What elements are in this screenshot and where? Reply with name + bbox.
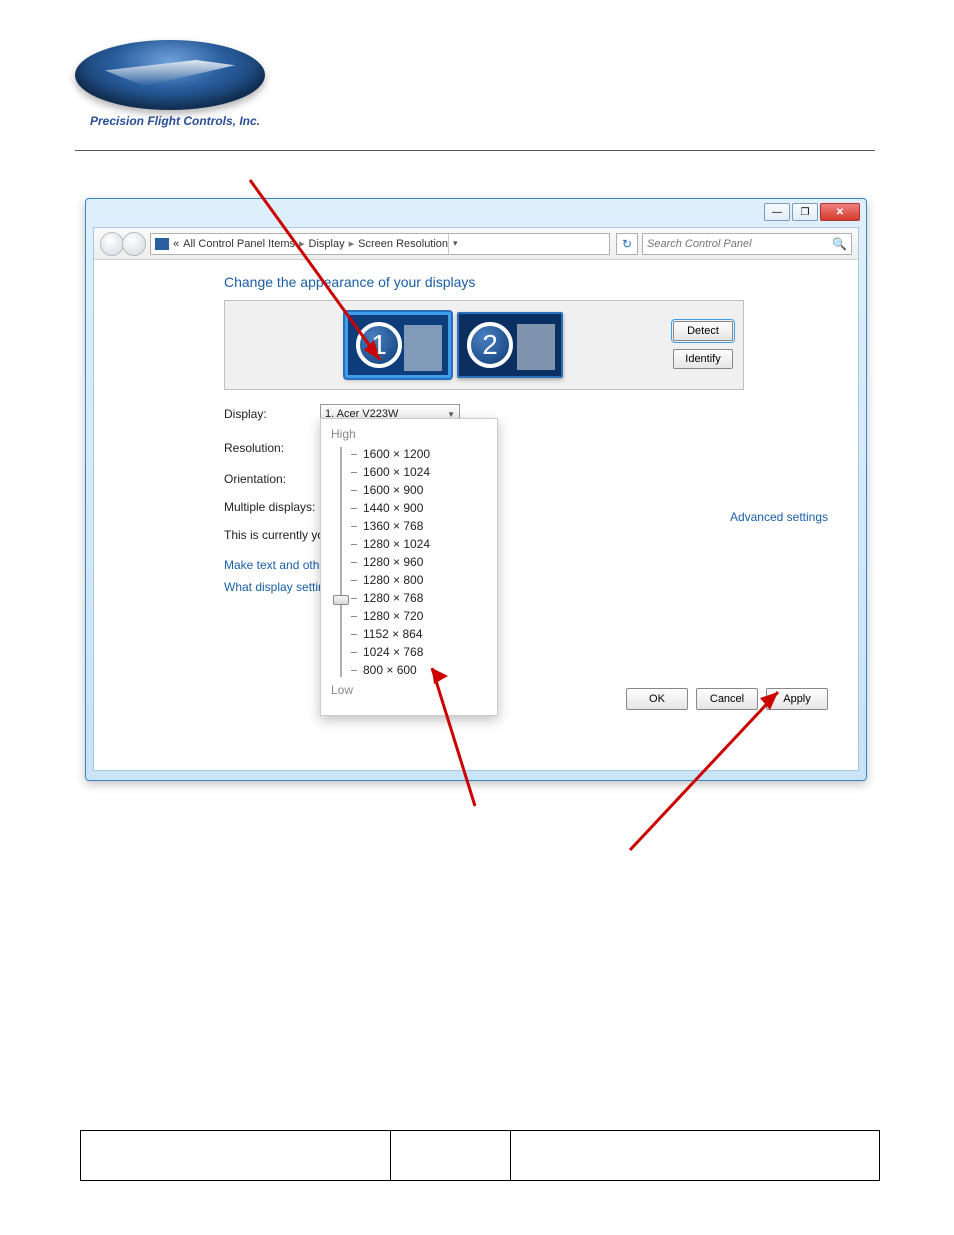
explorer-navbar: « All Control Panel Items ▸ Display ▸ Sc… [94, 228, 858, 260]
screen-resolution-window: — ❐ ✕ « All Control Panel Items ▸ Displa… [85, 198, 867, 781]
display-row: Display: 1. Acer V223W ▼ [224, 404, 828, 424]
multiple-displays-label: Multiple displays: [224, 500, 315, 514]
main-display-text: This is currently you [224, 528, 331, 542]
display-label: Display: [224, 407, 320, 421]
resolution-options-list: 1600 × 12001600 × 10241600 × 9001440 × 9… [351, 445, 430, 679]
nav-history-buttons [100, 232, 144, 256]
breadcrumb-dropdown[interactable]: ▾ [448, 234, 462, 254]
cancel-button[interactable]: Cancel [696, 688, 758, 710]
monitor-1-number: 1 [356, 322, 402, 368]
breadcrumb-seg-1[interactable]: All Control Panel Items [183, 238, 295, 250]
resolution-slider-popup: High 1600 × 12001600 × 10241600 × 900144… [320, 418, 498, 716]
advanced-settings-link[interactable]: Advanced settings [730, 510, 828, 524]
close-button[interactable]: ✕ [820, 203, 860, 221]
resolution-slider-wrap: 1600 × 12001600 × 10241600 × 9001440 × 9… [331, 445, 487, 679]
resolution-option[interactable]: 1600 × 1200 [351, 445, 430, 463]
maximize-button[interactable]: ❐ [792, 203, 818, 221]
monitor-2-desktop-icon [517, 324, 555, 370]
slider-track [340, 447, 342, 677]
breadcrumb-seg-2[interactable]: Display [309, 238, 345, 250]
dialog-buttons: OK Cancel Apply [626, 688, 828, 710]
search-input[interactable] [647, 238, 832, 250]
resolution-option[interactable]: 1280 × 960 [351, 553, 430, 571]
page-heading: Change the appearance of your displays [224, 274, 828, 290]
apply-button[interactable]: Apply [766, 688, 828, 710]
content-area: Change the appearance of your displays 1… [94, 260, 858, 770]
resolution-row: Resolution: 1280 × 768 ▼ [224, 438, 828, 458]
resolution-option[interactable]: 1280 × 768 [351, 589, 430, 607]
company-name: Precision Flight Controls, Inc. [75, 114, 275, 128]
breadcrumb-bar[interactable]: « All Control Panel Items ▸ Display ▸ Sc… [150, 233, 610, 255]
resolution-option[interactable]: 1280 × 800 [351, 571, 430, 589]
breadcrumb-seg-3[interactable]: Screen Resolution [358, 238, 448, 250]
ok-button[interactable]: OK [626, 688, 688, 710]
search-icon: 🔍 [832, 237, 847, 251]
monitor-2[interactable]: 2 [457, 312, 563, 378]
main-display-note: This is currently you [224, 528, 828, 542]
detect-button[interactable]: Detect [673, 321, 733, 341]
monitor-2-number: 2 [467, 322, 513, 368]
minimize-button[interactable]: — [764, 203, 790, 221]
resolution-option[interactable]: 1024 × 768 [351, 643, 430, 661]
link-text-size[interactable]: Make text and other [224, 558, 828, 572]
resolution-option[interactable]: 1440 × 900 [351, 499, 430, 517]
resolution-option[interactable]: 1600 × 1024 [351, 463, 430, 481]
breadcrumb-chevron: « [173, 238, 179, 250]
resolution-option[interactable]: 1600 × 900 [351, 481, 430, 499]
display-side-buttons: Detect Identify [673, 321, 733, 369]
refresh-button[interactable]: ↻ [616, 233, 638, 255]
resolution-option[interactable]: 1152 × 864 [351, 625, 430, 643]
window-client: « All Control Panel Items ▸ Display ▸ Sc… [93, 227, 859, 771]
identify-button[interactable]: Identify [673, 349, 733, 369]
resolution-slider[interactable] [331, 445, 351, 679]
slider-thumb[interactable] [333, 595, 349, 605]
control-panel-icon [155, 238, 169, 250]
link-display-settings[interactable]: What display setting [224, 580, 828, 594]
footer-cell-1 [81, 1131, 391, 1181]
displays-preview-box: 1 2 Detect Identify [224, 300, 744, 390]
orientation-row: Orientation: [224, 472, 828, 486]
resolution-option[interactable]: 800 × 600 [351, 661, 430, 679]
footer-cell-3 [511, 1131, 880, 1181]
footer-table [80, 1130, 880, 1181]
monitors-preview: 1 2 [235, 312, 673, 378]
table-row [81, 1131, 880, 1181]
monitor-1-desktop-icon [404, 325, 442, 371]
resolution-label: Resolution: [224, 441, 320, 455]
breadcrumb-arrow-2: ▸ [349, 237, 355, 250]
company-logo: Precision Flight Controls, Inc. [75, 40, 275, 128]
breadcrumb-arrow-1: ▸ [299, 237, 305, 250]
nav-back-button[interactable] [100, 232, 124, 256]
orientation-label: Orientation: [224, 472, 320, 486]
monitor-1[interactable]: 1 [345, 312, 451, 378]
footer-cell-2 [391, 1131, 511, 1181]
slider-low-label: Low [331, 683, 487, 697]
help-links: Make text and other What display setting [224, 558, 828, 594]
resolution-option[interactable]: 1280 × 720 [351, 607, 430, 625]
resolution-option[interactable]: 1280 × 1024 [351, 535, 430, 553]
resolution-option[interactable]: 1360 × 768 [351, 517, 430, 535]
search-box[interactable]: 🔍 [642, 233, 852, 255]
slider-high-label: High [331, 427, 487, 441]
header-separator [75, 150, 875, 151]
nav-forward-button[interactable] [122, 232, 146, 256]
window-titlebar: — ❐ ✕ [86, 199, 866, 227]
logo-mark [75, 40, 265, 110]
